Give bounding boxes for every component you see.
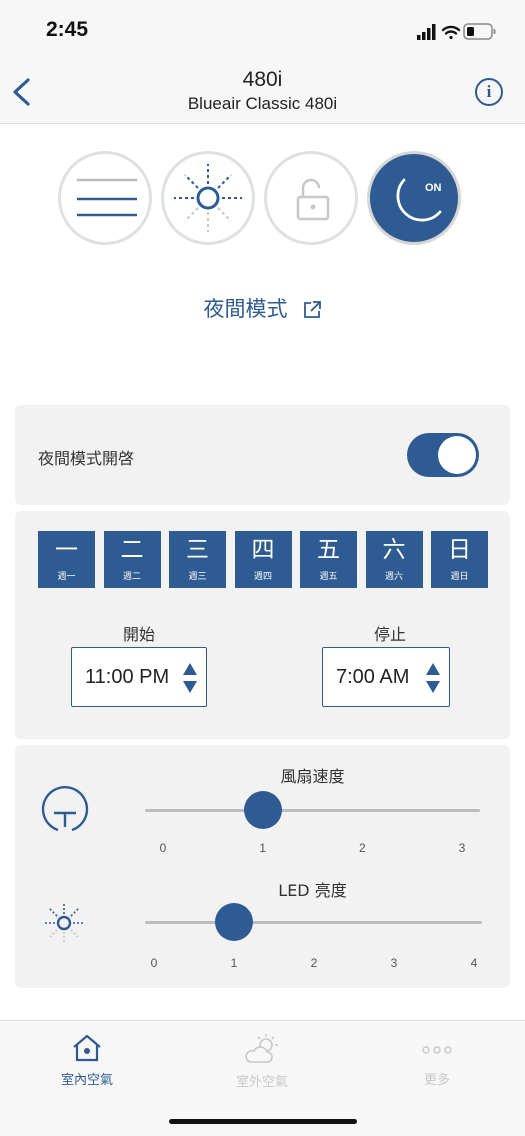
tab-label: 室外空氣 [235,1075,288,1090]
night-mode-button[interactable]: ON [367,151,461,245]
sliders-card: 風扇速度 0 1 2 3 LED 亮度 0 1 2 3 4 [15,745,510,988]
day-sub: 週五 [319,572,338,582]
slider-tick-label: 2 [310,956,318,970]
day-char: 五 [317,537,340,563]
fan-speed-thumb[interactable] [243,791,282,829]
day-sub: 週一 [57,572,76,582]
weather-icon [245,1034,278,1063]
fan-speed-title: 風扇速度 [280,767,345,786]
night-mode-toggle-label: 夜間模式開啓 [38,449,135,468]
more-dots-icon [422,1046,452,1054]
day-sub: 週三 [188,572,207,582]
day-char: 一 [55,537,78,563]
device-control-panel: ON 夜間模式 夜間模式開啓 一 週一 二 週二 三 週三 四 週四 五 週五 … [0,125,525,1020]
day-button-wed[interactable]: 三 週三 [169,531,226,588]
info-button[interactable]: i [475,78,503,106]
slider-tick-label: 1 [259,841,266,855]
tab-more[interactable]: 更多 [377,1033,497,1088]
status-bar: 2:45 [0,0,525,62]
wifi-icon [441,25,461,40]
unlock-icon [296,178,330,221]
home-indicator [169,1119,357,1124]
day-sub: 週六 [384,572,403,582]
device-name: 480i [242,68,283,91]
status-time: 2:45 [46,18,89,41]
day-char: 日 [448,537,471,563]
mode-title[interactable]: 夜間模式 [0,293,525,323]
day-button-thu[interactable]: 四 週四 [234,531,292,588]
night-mode-toggle[interactable] [407,433,479,477]
day-button-tue[interactable]: 二 週二 [103,531,161,588]
moon-icon: ON [396,178,442,222]
slider-tick-label: 1 [230,956,238,970]
tab-label: 室內空氣 [60,1073,113,1088]
led-brightness-icon [44,903,84,943]
fan-speed-mode-button[interactable] [58,151,152,245]
day-button-sat[interactable]: 六 週六 [365,531,423,588]
fan-icon [41,785,89,832]
fan-speed-track[interactable] [145,809,480,812]
day-char: 六 [382,537,406,563]
day-sub: 週日 [450,572,469,582]
stepper-arrows-icon[interactable] [182,661,198,695]
day-button-mon[interactable]: 一 週一 [38,531,95,588]
sun-icon [174,164,242,232]
slider-tick-label: 2 [358,841,366,855]
schedule-card: 一 週一 二 週二 三 週三 四 週四 五 週五 六 週六 日 週日 開始 11… [15,511,510,739]
home-icon [73,1034,101,1062]
tab-label: 更多 [423,1073,450,1088]
day-char: 二 [120,537,144,563]
day-sub: 週二 [122,572,141,582]
start-time-picker[interactable]: 11:00 PM [71,647,207,707]
led-brightness-mode-button[interactable] [161,151,255,245]
day-button-fri[interactable]: 五 週五 [300,531,357,588]
signal-icon [417,24,436,40]
start-time-label: 開始 [122,625,155,644]
stop-time-value: 7:00 AM [336,666,410,688]
device-model: Blueair Classic 480i [187,94,338,113]
day-button-sun[interactable]: 日 週日 [431,531,488,588]
night-mode-badge: ON [425,182,442,194]
slider-tick-label: 0 [159,841,167,855]
led-brightness-title: LED 亮度 [278,881,347,900]
stepper-arrows-icon[interactable] [425,661,441,695]
info-icon: i [486,82,492,101]
tab-indoor-air[interactable]: 室內空氣 [27,1033,147,1088]
slider-tick-label: 4 [470,956,478,970]
status-icons [417,23,496,40]
night-mode-toggle-card: 夜間模式開啓 [15,405,510,505]
day-char: 四 [251,537,275,563]
slider-tick-label: 0 [150,956,158,970]
child-lock-mode-button[interactable] [264,151,358,245]
external-link-icon [303,301,321,318]
fan-lines-icon [77,178,137,217]
mode-selector: ON [58,151,468,245]
slider-tick-label: 3 [458,841,466,855]
slider-tick-label: 3 [390,956,398,970]
nav-bar: 480i Blueair Classic 480i i [0,62,525,124]
weekday-selector: 一 週一 二 週二 三 週三 四 週四 五 週五 六 週六 日 週日 [38,531,488,589]
battery-icon [463,23,496,40]
mode-title-text: 夜間模式 [203,297,288,321]
toggle-knob [438,436,476,474]
led-brightness-track[interactable] [145,921,482,924]
day-sub: 週四 [253,572,272,582]
stop-time-label: 停止 [373,625,406,644]
day-char: 三 [186,537,209,563]
start-time-value: 11:00 PM [85,666,170,688]
stop-time-picker[interactable]: 7:00 AM [322,647,450,707]
led-brightness-thumb[interactable] [215,903,253,941]
tab-outdoor-air[interactable]: 室外空氣 [202,1033,322,1090]
